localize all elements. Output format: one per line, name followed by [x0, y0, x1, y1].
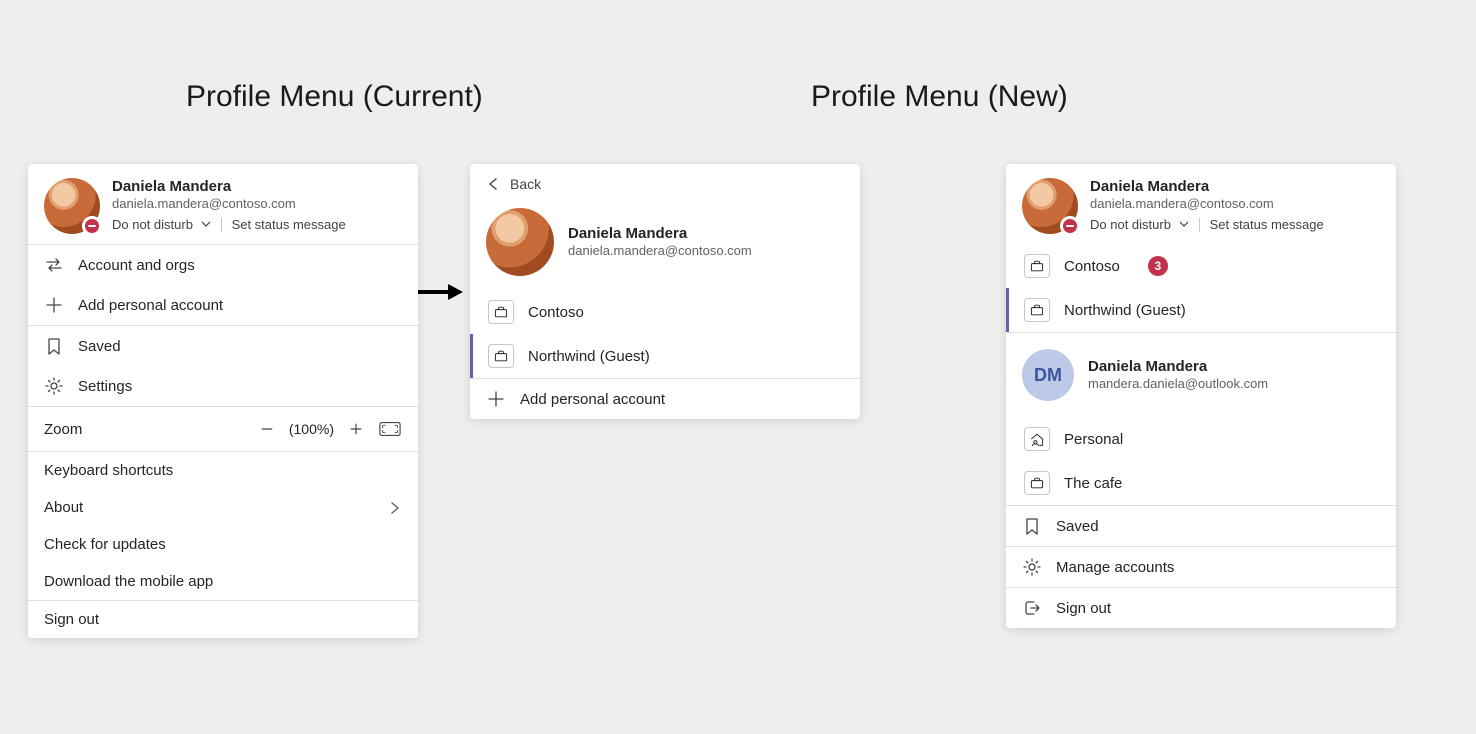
org-item-cafe[interactable]: The cafe [1006, 461, 1396, 505]
bookmark-icon [44, 336, 64, 356]
zoom-in-button[interactable] [344, 417, 368, 441]
org-item-contoso[interactable]: Contoso [470, 290, 860, 334]
org-label: Northwind (Guest) [1064, 302, 1186, 319]
menu-label: Saved [78, 338, 121, 355]
user-name: Daniela Mandera [568, 225, 752, 242]
menu-label: Account and orgs [78, 257, 195, 274]
user-email: mandera.daniela@outlook.com [1088, 375, 1268, 393]
back-label: Back [510, 176, 541, 192]
menu-label: Settings [78, 378, 132, 395]
menu-label: Sign out [44, 611, 99, 628]
org-label: Contoso [528, 304, 584, 321]
gear-icon [44, 376, 64, 396]
accounts-orgs-panel: Back Daniela Mandera daniela.mandera@con… [470, 164, 860, 419]
account-header: Daniela Mandera daniela.mandera@contoso.… [470, 204, 860, 290]
zoom-control: Zoom (100%) [28, 407, 418, 451]
menu-check-updates[interactable]: Check for updates [28, 526, 418, 563]
chevron-down-icon [201, 219, 211, 229]
chevron-left-icon [486, 177, 500, 191]
menu-label: Add personal account [520, 391, 665, 408]
user-email: daniela.mandera@contoso.com [568, 242, 752, 260]
second-account-header[interactable]: DM Daniela Mandera mandera.daniela@outlo… [1006, 333, 1396, 417]
menu-label: Keyboard shortcuts [44, 462, 173, 479]
zoom-percentage: (100%) [289, 421, 334, 437]
zoom-label: Zoom [44, 421, 245, 438]
briefcase-icon [1024, 471, 1050, 495]
org-label: Contoso [1064, 258, 1120, 275]
menu-manage-accounts[interactable]: Manage accounts [1006, 547, 1396, 587]
set-status-link[interactable]: Set status message [1210, 217, 1324, 232]
org-item-northwind[interactable]: Northwind (Guest) [470, 334, 860, 378]
profile-menu-new: Daniela Mandera daniela.mandera@contoso.… [1006, 164, 1396, 628]
presence-dropdown[interactable]: Do not disturb [1090, 217, 1189, 232]
menu-add-personal-account[interactable]: Add personal account [28, 285, 418, 325]
avatar [486, 208, 554, 276]
avatar[interactable] [44, 178, 100, 234]
bookmark-icon [1022, 516, 1042, 536]
briefcase-icon [1024, 298, 1050, 322]
chevron-right-icon [388, 501, 402, 515]
heading-new: Profile Menu (New) [811, 80, 1068, 114]
user-email: daniela.mandera@contoso.com [1090, 195, 1324, 213]
fullscreen-button[interactable] [378, 417, 402, 441]
menu-sign-out[interactable]: Sign out [28, 601, 418, 638]
briefcase-icon [1024, 254, 1050, 278]
home-person-icon [1024, 427, 1050, 451]
user-email: daniela.mandera@contoso.com [112, 195, 346, 213]
org-item-personal[interactable]: Personal [1006, 417, 1396, 461]
notification-badge: 3 [1148, 256, 1168, 276]
briefcase-icon [488, 344, 514, 368]
menu-saved[interactable]: Saved [28, 326, 418, 366]
menu-label: Download the mobile app [44, 573, 213, 590]
org-label: The cafe [1064, 475, 1122, 492]
menu-label: Manage accounts [1056, 559, 1174, 576]
menu-account-orgs[interactable]: Account and orgs [28, 245, 418, 285]
gear-icon [1022, 557, 1042, 577]
back-button[interactable]: Back [470, 164, 860, 204]
menu-label: Check for updates [44, 536, 166, 553]
plus-icon [44, 295, 64, 315]
menu-sign-out[interactable]: Sign out [1006, 588, 1396, 628]
org-label: Personal [1064, 431, 1123, 448]
org-item-northwind[interactable]: Northwind (Guest) [1006, 288, 1396, 332]
presence-dnd-icon [82, 216, 102, 236]
presence-dropdown[interactable]: Do not disturb [112, 217, 211, 232]
briefcase-icon [488, 300, 514, 324]
chevron-down-icon [1179, 219, 1189, 229]
account-header: Daniela Mandera daniela.mandera@contoso.… [1006, 164, 1396, 244]
user-name: Daniela Mandera [112, 178, 346, 195]
profile-menu-current: Daniela Mandera daniela.mandera@contoso.… [28, 164, 418, 638]
avatar[interactable] [1022, 178, 1078, 234]
menu-label: Sign out [1056, 600, 1111, 617]
avatar-initials: DM [1022, 349, 1074, 401]
org-item-contoso[interactable]: Contoso 3 [1006, 244, 1396, 288]
separator [221, 218, 222, 232]
account-header: Daniela Mandera daniela.mandera@contoso.… [28, 164, 418, 244]
signout-icon [1022, 598, 1042, 618]
user-name: Daniela Mandera [1088, 358, 1268, 375]
menu-add-personal-account[interactable]: Add personal account [470, 379, 860, 419]
zoom-out-button[interactable] [255, 417, 279, 441]
set-status-link[interactable]: Set status message [232, 217, 346, 232]
menu-label: Add personal account [78, 297, 223, 314]
menu-saved[interactable]: Saved [1006, 506, 1396, 546]
menu-download-app[interactable]: Download the mobile app [28, 563, 418, 600]
org-label: Northwind (Guest) [528, 348, 650, 365]
menu-settings[interactable]: Settings [28, 366, 418, 406]
plus-icon [486, 389, 506, 409]
menu-label: Saved [1056, 518, 1099, 535]
separator [1199, 218, 1200, 232]
presence-dnd-icon [1060, 216, 1080, 236]
menu-keyboard-shortcuts[interactable]: Keyboard shortcuts [28, 452, 418, 489]
menu-label: About [44, 499, 83, 516]
menu-about[interactable]: About [28, 489, 418, 526]
user-name: Daniela Mandera [1090, 178, 1324, 195]
heading-current: Profile Menu (Current) [186, 80, 483, 114]
swap-icon [44, 255, 64, 275]
